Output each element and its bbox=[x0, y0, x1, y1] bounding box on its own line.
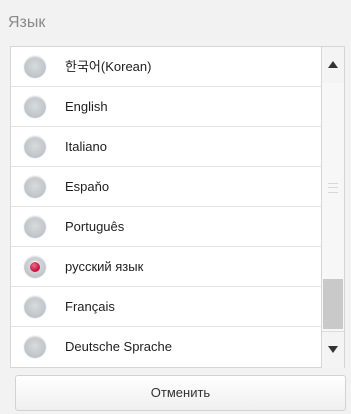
language-option[interactable]: Português bbox=[11, 207, 321, 247]
language-option[interactable]: Français bbox=[11, 287, 321, 327]
triangle-up-icon bbox=[328, 61, 338, 68]
language-list-frame: 한국어(Korean) English Italiano Espaňo Port… bbox=[10, 46, 345, 368]
cancel-button[interactable]: Отменить bbox=[15, 375, 346, 411]
radio-button[interactable] bbox=[24, 136, 46, 158]
vertical-scrollbar[interactable] bbox=[321, 47, 344, 368]
language-option[interactable]: 한국어(Korean) bbox=[11, 47, 321, 87]
radio-button[interactable] bbox=[24, 216, 46, 238]
radio-button[interactable] bbox=[24, 96, 46, 118]
language-label: English bbox=[65, 99, 108, 114]
language-label: Português bbox=[65, 219, 125, 234]
language-option[interactable]: Deutsche Sprache bbox=[11, 327, 321, 366]
scroll-track[interactable] bbox=[322, 83, 344, 331]
language-list: 한국어(Korean) English Italiano Espaňo Port… bbox=[11, 47, 321, 367]
language-option[interactable]: Espaňo bbox=[11, 167, 321, 207]
radio-button[interactable] bbox=[24, 176, 46, 198]
radio-button[interactable] bbox=[24, 336, 46, 358]
scroll-up-button[interactable] bbox=[322, 47, 344, 84]
language-label: Français bbox=[65, 299, 115, 314]
radio-button-selected[interactable] bbox=[24, 256, 46, 278]
language-option-selected[interactable]: русский язык bbox=[11, 247, 321, 287]
triangle-down-icon bbox=[328, 346, 338, 353]
radio-button[interactable] bbox=[24, 56, 46, 78]
language-label: Deutsche Sprache bbox=[65, 339, 172, 354]
language-option[interactable]: English bbox=[11, 87, 321, 127]
language-option[interactable]: Italiano bbox=[11, 127, 321, 167]
scroll-thumb[interactable] bbox=[323, 279, 343, 329]
dialog-title: Язык bbox=[8, 14, 46, 31]
language-dialog: Язык 한국어(Korean) English Italiano Espaňo… bbox=[0, 0, 351, 414]
radio-button[interactable] bbox=[24, 296, 46, 318]
language-label: Italiano bbox=[65, 139, 107, 154]
language-label: Espaňo bbox=[65, 179, 110, 194]
language-label: русский язык bbox=[65, 259, 144, 274]
scroll-down-button[interactable] bbox=[322, 331, 344, 368]
language-label: 한국어(Korean) bbox=[65, 59, 152, 74]
grip-lines-icon bbox=[328, 183, 338, 193]
